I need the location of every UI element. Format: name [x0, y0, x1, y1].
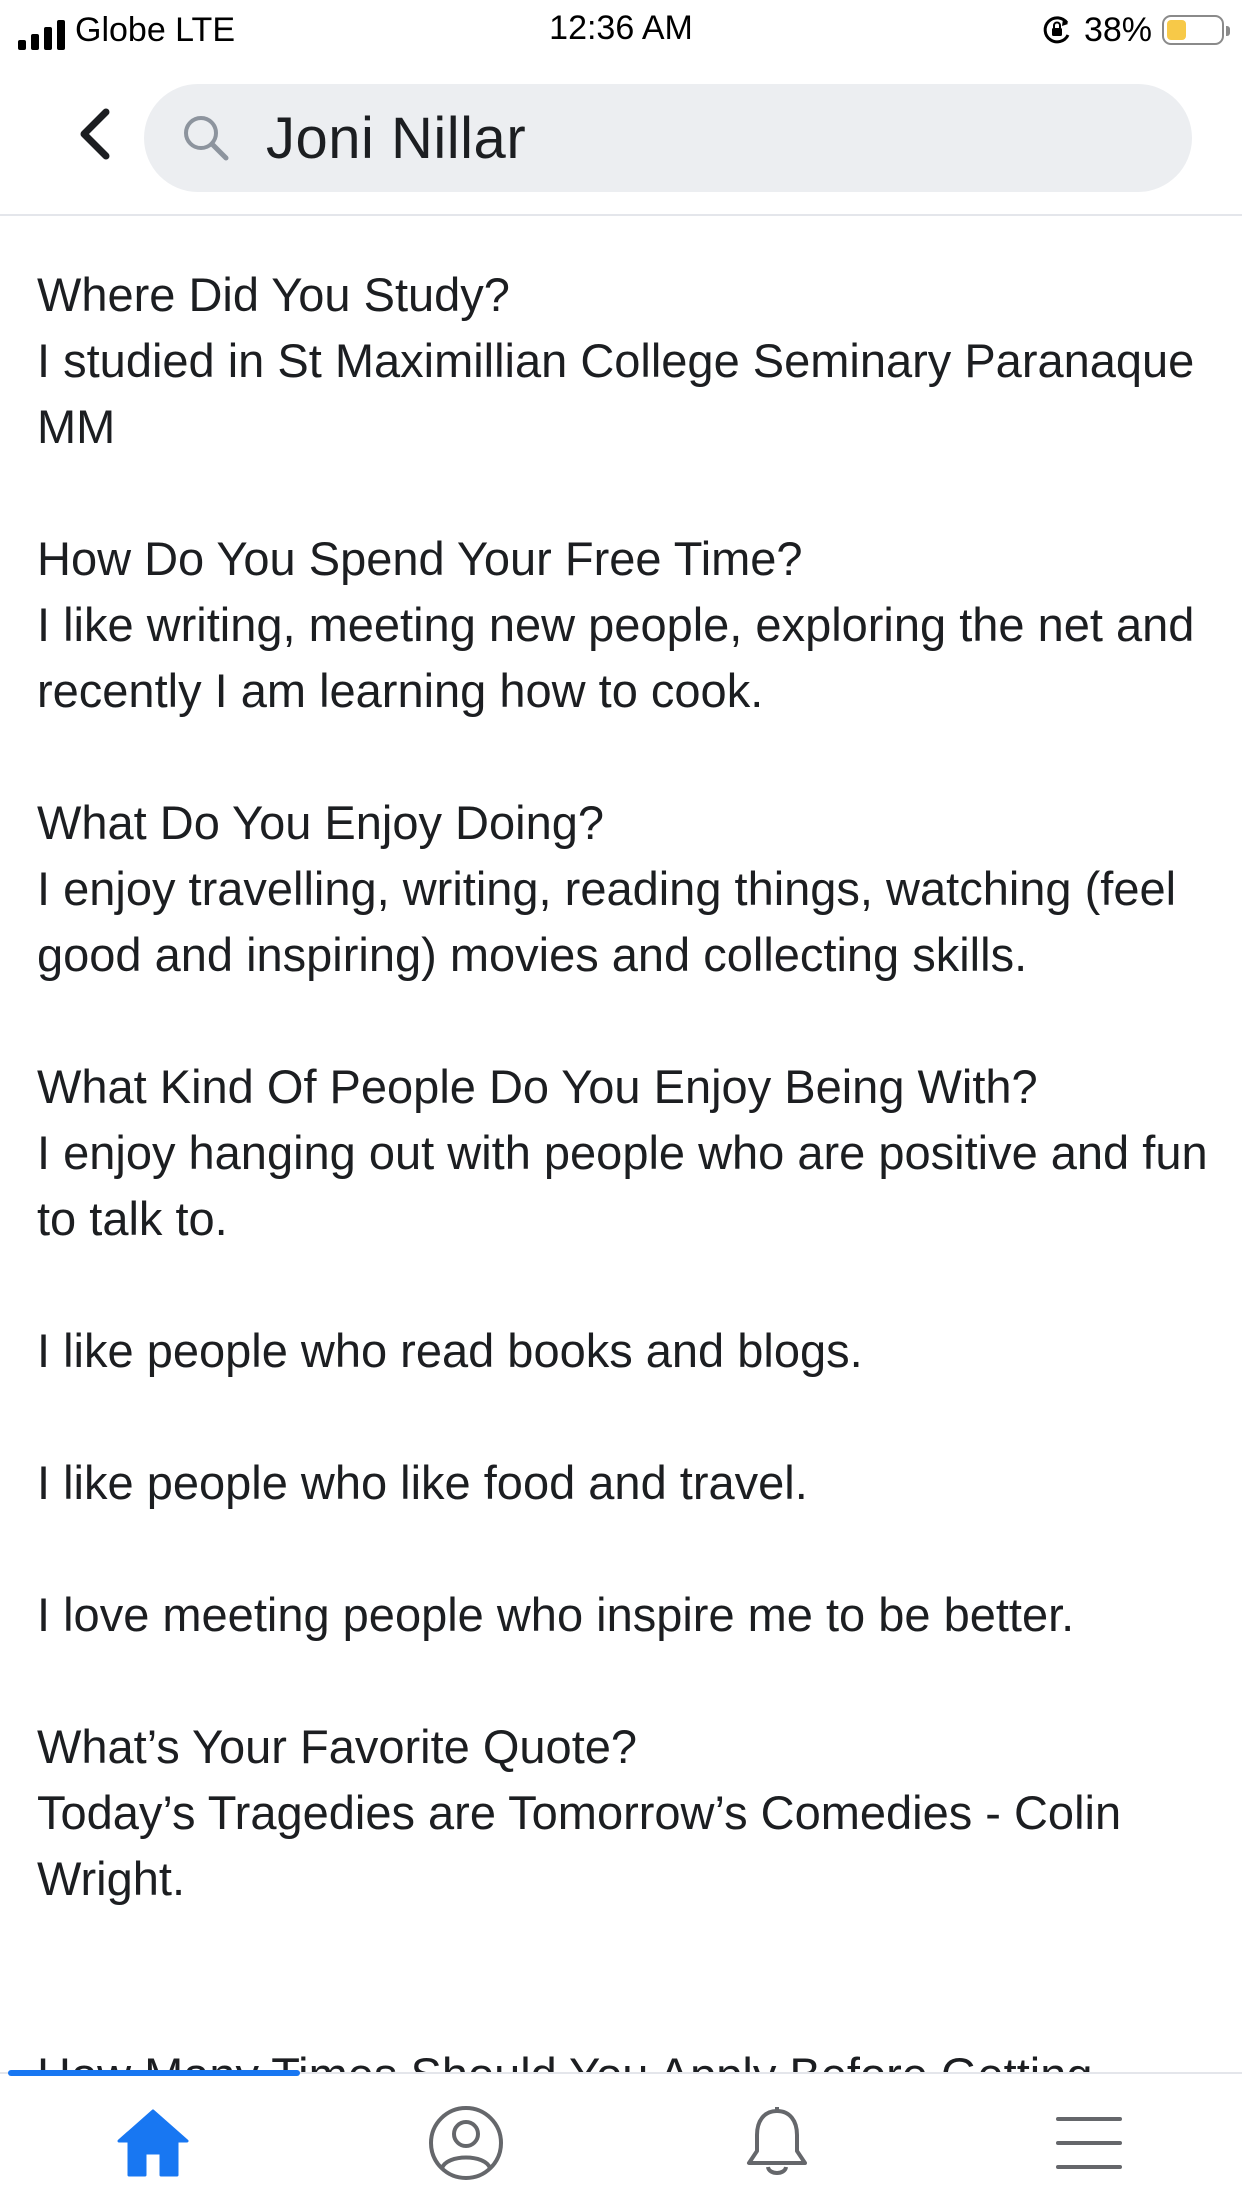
tab-home[interactable] [108, 2098, 198, 2188]
bottom-tab-bar [0, 2070, 1242, 2208]
question-text: What Kind Of People Do You Enjoy Being W… [37, 1060, 1038, 1113]
qa-section: What Kind Of People Do You Enjoy Being W… [37, 1054, 1212, 1252]
search-icon [184, 116, 229, 161]
answer-text: I like people who read books and blogs. [37, 1324, 863, 1377]
orientation-lock-icon [1043, 16, 1070, 44]
tab-profile[interactable] [421, 2098, 511, 2188]
question-text: How Do You Spend Your Free Time? [37, 532, 803, 585]
battery-icon [1162, 15, 1230, 45]
qa-section: How Do You Spend Your Free Time? I like … [37, 526, 1212, 724]
question-text: What’s Your Favorite Quote? [37, 1720, 638, 1773]
tab-menu[interactable] [1044, 2098, 1134, 2188]
home-icon [117, 2109, 189, 2177]
answer-text: I like people who like food and travel. [37, 1456, 808, 1509]
qa-section: I love meeting people who inspire me to … [37, 1582, 1212, 1648]
question-text: Where Did You Study? [37, 268, 510, 321]
menu-icon [1056, 2117, 1122, 2169]
bell-icon [747, 2107, 807, 2175]
about-content: Where Did You Study? I studied in St Max… [37, 262, 1212, 1978]
qa-section: What’s Your Favorite Quote? Today’s Trag… [37, 1714, 1212, 1912]
search-input[interactable]: Joni Nillar [144, 84, 1192, 192]
active-tab-indicator [8, 2070, 300, 2076]
search-query: Joni Nillar [266, 105, 527, 171]
back-button[interactable] [66, 104, 126, 164]
qa-section: I like people who like food and travel. [37, 1450, 1212, 1516]
answer-text: I enjoy hanging out with people who are … [37, 1126, 1208, 1245]
answer-text: I like writing, meeting new people, expl… [37, 598, 1195, 717]
tab-notifications[interactable] [732, 2098, 822, 2188]
chevron-left-icon [80, 108, 110, 160]
status-right: 38% [1040, 10, 1230, 50]
profile-icon [429, 2106, 503, 2180]
qa-section: What Do You Enjoy Doing? I enjoy travell… [37, 790, 1212, 988]
answer-text: Today’s Tragedies are Tomorrow’s Comedie… [37, 1786, 1122, 1905]
answer-text: I studied in St Maximillian College Semi… [37, 334, 1195, 453]
answer-text: I love meeting people who inspire me to … [37, 1588, 1075, 1641]
qa-section: Where Did You Study? I studied in St Max… [37, 262, 1212, 460]
search-header: Joni Nillar [0, 60, 1242, 216]
answer-text: I enjoy travelling, writing, reading thi… [37, 862, 1177, 981]
battery-fill [1167, 20, 1186, 40]
qa-section: I like people who read books and blogs. [37, 1318, 1212, 1384]
status-bar: Globe LTE 12:36 AM 38% [0, 0, 1242, 60]
question-text: What Do You Enjoy Doing? [37, 796, 604, 849]
battery-percent: 38% [1083, 11, 1152, 49]
